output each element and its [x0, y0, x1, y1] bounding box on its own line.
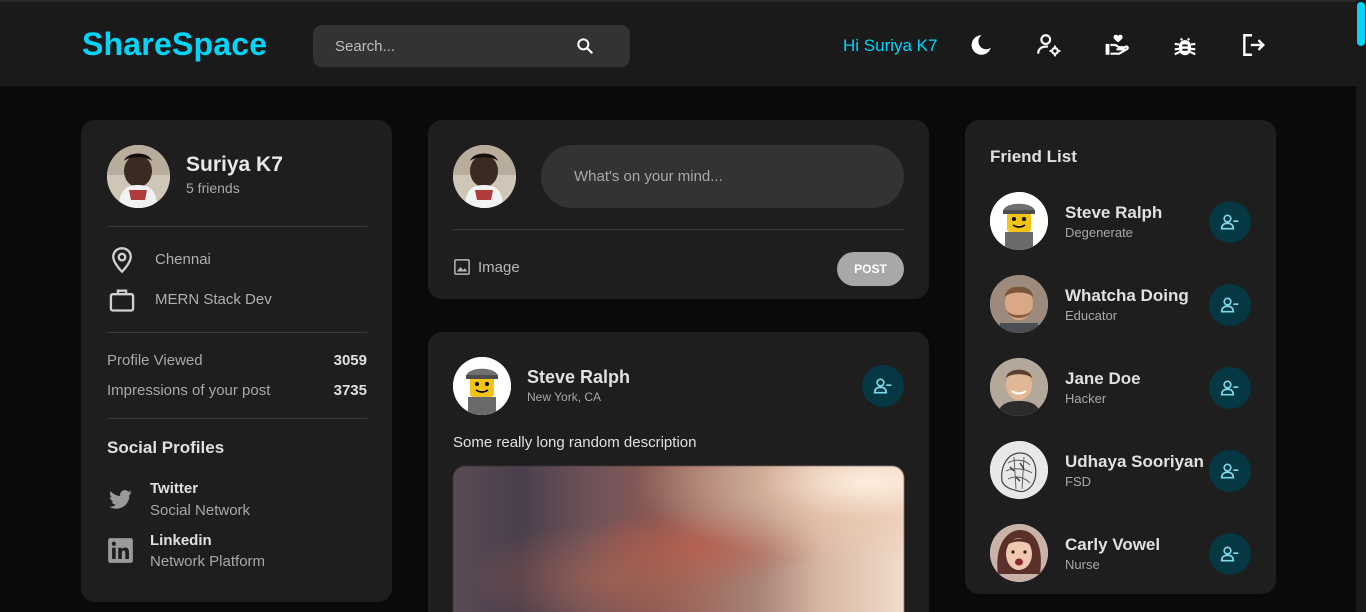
friend-role: FSD — [1065, 474, 1091, 489]
friend-avatar[interactable] — [990, 441, 1048, 499]
twitter-title[interactable]: Twitter — [150, 480, 198, 497]
person-remove-icon — [1220, 546, 1239, 562]
profile-card: Suriya K7 5 friends Chennai MERN Stack D… — [81, 120, 392, 602]
friend-list-card: Friend List Steve Ralph Degenerate Whatc… — [965, 120, 1276, 594]
add-image-button[interactable]: Image — [453, 258, 520, 276]
post-button[interactable]: POST — [837, 252, 904, 286]
profile-name[interactable]: Suriya K7 — [186, 153, 283, 177]
friend-avatar[interactable] — [990, 358, 1048, 416]
friend-name[interactable]: Whatcha Doing — [1065, 286, 1189, 306]
stat-value-profile-viewed: 3059 — [333, 352, 367, 369]
linkedin-subtitle: Network Platform — [150, 553, 266, 570]
occupation-text: MERN Stack Dev — [155, 291, 272, 308]
scrollbar-thumb[interactable] — [1357, 2, 1365, 46]
post-image[interactable] — [453, 466, 904, 612]
stat-label-impressions: Impressions of your post — [107, 382, 271, 399]
divider — [107, 418, 367, 419]
post-composer: Image POST — [428, 120, 929, 299]
stat-value-impressions: 3735 — [333, 382, 367, 399]
person-remove-icon — [1220, 297, 1239, 313]
brand-logo[interactable]: ShareSpace — [82, 26, 267, 63]
logout-icon[interactable] — [1240, 32, 1266, 58]
feed-post: Steve Ralph New York, CA Some really lon… — [428, 332, 929, 612]
remove-friend-button[interactable] — [1209, 533, 1251, 575]
friend-name[interactable]: Udhaya Sooriyan — [1065, 452, 1204, 472]
divider — [107, 332, 367, 333]
location-pin-icon — [112, 247, 132, 274]
bug-icon[interactable] — [1172, 32, 1198, 58]
linkedin-icon[interactable] — [107, 537, 134, 564]
friend-avatar[interactable] — [990, 275, 1048, 333]
friend-list-title: Friend List — [990, 147, 1077, 166]
user-greeting[interactable]: Hi Suriya K7 — [843, 36, 937, 56]
person-remove-icon — [1220, 214, 1239, 230]
friend-count: 5 friends — [186, 180, 240, 196]
search-bar — [313, 25, 630, 67]
remove-friend-button[interactable] — [862, 365, 904, 407]
person-remove-icon — [1220, 463, 1239, 479]
user-avatar[interactable] — [107, 145, 170, 208]
person-remove-icon — [1220, 380, 1239, 396]
twitter-icon[interactable] — [107, 486, 134, 513]
remove-friend-button[interactable] — [1209, 201, 1251, 243]
image-icon — [454, 259, 470, 275]
friend-name[interactable]: Jane Doe — [1065, 369, 1141, 389]
social-profiles-title: Social Profiles — [107, 438, 225, 457]
friend-name[interactable]: Steve Ralph — [1065, 203, 1162, 223]
post-author-avatar[interactable] — [453, 357, 511, 415]
post-text-input[interactable] — [541, 145, 904, 208]
post-author-location: New York, CA — [527, 390, 602, 404]
remove-friend-button[interactable] — [1209, 367, 1251, 409]
stat-label-profile-viewed: Profile Viewed — [107, 352, 203, 369]
moon-icon[interactable] — [968, 32, 994, 58]
friend-role: Educator — [1065, 308, 1118, 323]
post-author-name[interactable]: Steve Ralph — [527, 367, 630, 388]
twitter-subtitle: Social Network — [150, 502, 251, 519]
friend-avatar[interactable] — [990, 524, 1048, 582]
friend-name[interactable]: Carly Vowel — [1065, 535, 1160, 555]
person-remove-icon — [873, 378, 892, 394]
friend-role: Nurse — [1065, 557, 1100, 572]
divider — [453, 229, 904, 230]
search-icon[interactable] — [575, 36, 595, 56]
remove-friend-button[interactable] — [1209, 284, 1251, 326]
image-label: Image — [478, 258, 520, 276]
location-text: Chennai — [155, 251, 211, 268]
friend-avatar[interactable] — [990, 192, 1048, 250]
briefcase-icon — [109, 289, 135, 312]
donate-icon[interactable] — [1104, 32, 1130, 58]
linkedin-title[interactable]: Linkedin — [150, 532, 212, 549]
remove-friend-button[interactable] — [1209, 450, 1251, 492]
navbar: ShareSpace Hi Suriya K7 — [0, 0, 1356, 86]
divider — [107, 226, 367, 227]
friend-role: Hacker — [1065, 391, 1107, 406]
page-scrollbar[interactable] — [1356, 0, 1366, 612]
composer-avatar[interactable] — [453, 145, 516, 208]
search-input[interactable] — [335, 25, 575, 67]
user-settings-icon[interactable] — [1036, 32, 1062, 58]
friend-role: Degenerate — [1065, 225, 1133, 240]
post-description: Some really long random description — [453, 434, 697, 451]
